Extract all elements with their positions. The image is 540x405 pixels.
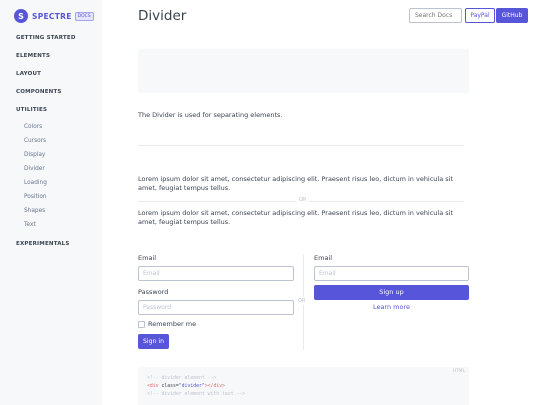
paypal-button[interactable]: PayPal	[465, 8, 495, 23]
email-field-right[interactable]: Email	[314, 266, 469, 281]
code-attr: class=	[161, 384, 179, 389]
nav-section-components[interactable]: COMPONENTS	[16, 89, 62, 95]
nav-section-experimentals[interactable]: EXPERIMENTALS	[16, 241, 70, 247]
sidebar-item-display[interactable]: Display	[24, 152, 45, 158]
password-label: Password	[138, 288, 169, 296]
sidebar-item-cursors[interactable]: Cursors	[24, 138, 46, 144]
remember-checkbox[interactable]	[138, 321, 145, 328]
sidebar-item-colors[interactable]: Colors	[24, 124, 42, 130]
sidebar-item-divider[interactable]: Divider	[24, 166, 45, 172]
page-title: Divider	[138, 8, 187, 24]
nav-section-getting-started[interactable]: GETTING STARTED	[16, 35, 76, 41]
lorem-paragraph-1: Lorem ipsum dolor sit amet, consectetur …	[138, 175, 454, 192]
sidebar-item-shapes[interactable]: Shapes	[24, 208, 45, 214]
search-input[interactable]	[409, 8, 462, 23]
code-value: "divider"	[178, 384, 205, 389]
ad-placeholder	[138, 49, 469, 93]
nav-section-layout[interactable]: LAYOUT	[16, 71, 41, 77]
brand-name: SPECTRE	[32, 11, 72, 21]
code-comment: <!-- divider element with text -->	[147, 392, 246, 397]
github-button[interactable]: GitHub	[496, 8, 528, 23]
sidebar: S SPECTRE DOCS GETTING STARTED ELEMENTS …	[0, 0, 102, 405]
code-language-label: HTML	[452, 369, 465, 374]
brand[interactable]: S SPECTRE DOCS	[14, 8, 94, 24]
spectre-logo-icon: S	[14, 9, 28, 23]
email-label-right: Email	[314, 254, 333, 262]
code-block: HTML <!-- divider element --> <div class…	[138, 367, 469, 405]
divider-or-text: OR	[296, 197, 310, 203]
nav-section-elements[interactable]: ELEMENTS	[16, 53, 50, 59]
code-comment: <!-- divider element -->	[147, 376, 217, 381]
code-line: <div class="divider"></div>	[147, 384, 225, 389]
sign-up-button[interactable]: Sign up	[314, 285, 469, 300]
brand-docs-label: DOCS	[74, 11, 94, 21]
email-field[interactable]: Email	[138, 266, 294, 281]
code-tag-open: <div	[147, 384, 162, 389]
code-tag-close: ></div>	[204, 384, 225, 389]
sidebar-item-loading[interactable]: Loading	[24, 180, 47, 186]
email-label: Email	[138, 254, 157, 262]
remember-label[interactable]: Remember me	[148, 320, 196, 328]
sidebar-item-text[interactable]: Text	[24, 222, 36, 228]
intro-text: The Divider is used for separating eleme…	[138, 111, 283, 119]
password-field[interactable]: Password	[138, 300, 294, 315]
lorem-paragraph-2: Lorem ipsum dolor sit amet, consectetur …	[138, 209, 454, 226]
divider-line	[138, 145, 464, 146]
nav-section-utilities[interactable]: UTILITIES	[16, 107, 47, 113]
sidebar-item-position[interactable]: Position	[24, 194, 47, 200]
sign-in-button[interactable]: Sign in	[138, 334, 169, 349]
vertical-divider-or-text: OR	[298, 297, 306, 305]
learn-more-link[interactable]: Learn more	[314, 303, 469, 311]
